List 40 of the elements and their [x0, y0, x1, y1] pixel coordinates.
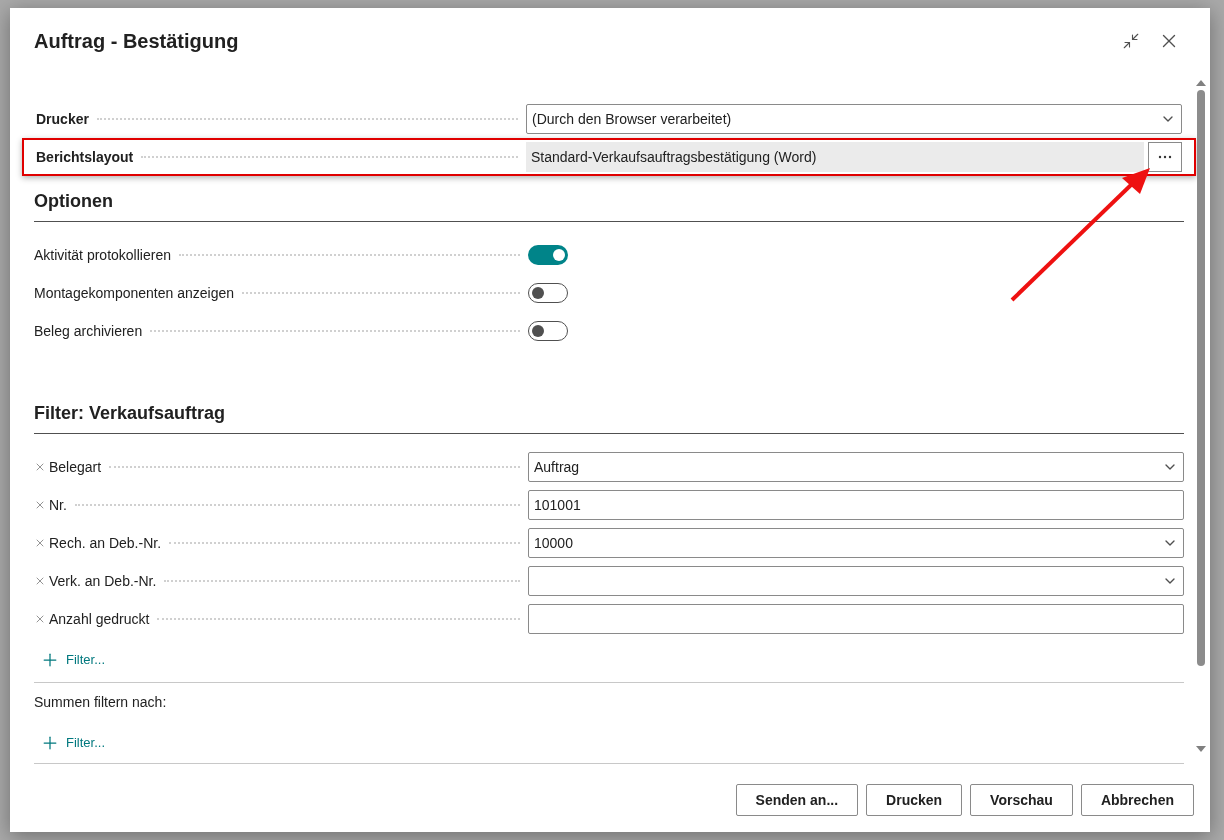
section-heading: Optionen [34, 190, 114, 213]
option-label: Aktivität protokollieren [34, 245, 171, 265]
remove-icon[interactable] [34, 461, 46, 473]
filter-label: Nr. [49, 495, 67, 515]
option-label: Montagekomponenten anzeigen [34, 283, 235, 303]
remove-icon[interactable] [34, 537, 46, 549]
remove-icon[interactable] [34, 613, 46, 625]
filter-label: Belegart [49, 457, 102, 477]
dialog-button[interactable]: Abbrechen [1080, 784, 1194, 816]
layout-field[interactable]: Standard-Verkaufsauftragsbestätigung (Word) [526, 142, 1144, 172]
option-label: Beleg archivieren [34, 321, 143, 341]
filter-field[interactable]: 101001 [528, 490, 1184, 520]
filter-dropdown[interactable] [528, 566, 1184, 596]
toggle-switch[interactable] [528, 283, 568, 303]
filter-dropdown[interactable]: Auftrag [528, 452, 1184, 482]
filter-label: Rech. an Deb.-Nr. [49, 533, 162, 553]
section-heading: Filter: Verkaufsauftrag [34, 402, 227, 425]
toggle-switch[interactable] [528, 245, 568, 265]
dialog-button[interactable]: Drucken [866, 784, 963, 816]
add-filter-link[interactable]: Filter... [40, 650, 105, 670]
filter-label: Verk. an Deb.-Nr. [49, 571, 157, 591]
more-icon [1158, 155, 1172, 159]
remove-icon[interactable] [34, 499, 46, 511]
filter-label: Anzahl gedruckt [49, 609, 150, 629]
dialog-button[interactable]: Vorschau [970, 784, 1073, 816]
scroll-down-icon[interactable] [1196, 746, 1206, 752]
field-label: Berichtslayout [36, 147, 134, 167]
add-filter-link[interactable]: Filter... [40, 733, 105, 753]
scrollbar-thumb[interactable] [1197, 90, 1205, 666]
printer-dropdown[interactable]: (Durch den Browser verarbeitet) [526, 104, 1182, 134]
filter-dropdown[interactable]: 10000 [528, 528, 1184, 558]
collapse-icon[interactable] [1122, 32, 1140, 50]
dialog-button[interactable]: Senden an... [735, 784, 859, 816]
totals-heading: Summen filtern nach: [34, 693, 168, 712]
toggle-switch[interactable] [528, 321, 568, 341]
remove-icon[interactable] [34, 575, 46, 587]
more-button[interactable] [1148, 142, 1182, 172]
dialog-title: Auftrag - Bestätigung [34, 29, 240, 54]
field-label: Drucker [36, 109, 89, 129]
filter-field[interactable] [528, 604, 1184, 634]
